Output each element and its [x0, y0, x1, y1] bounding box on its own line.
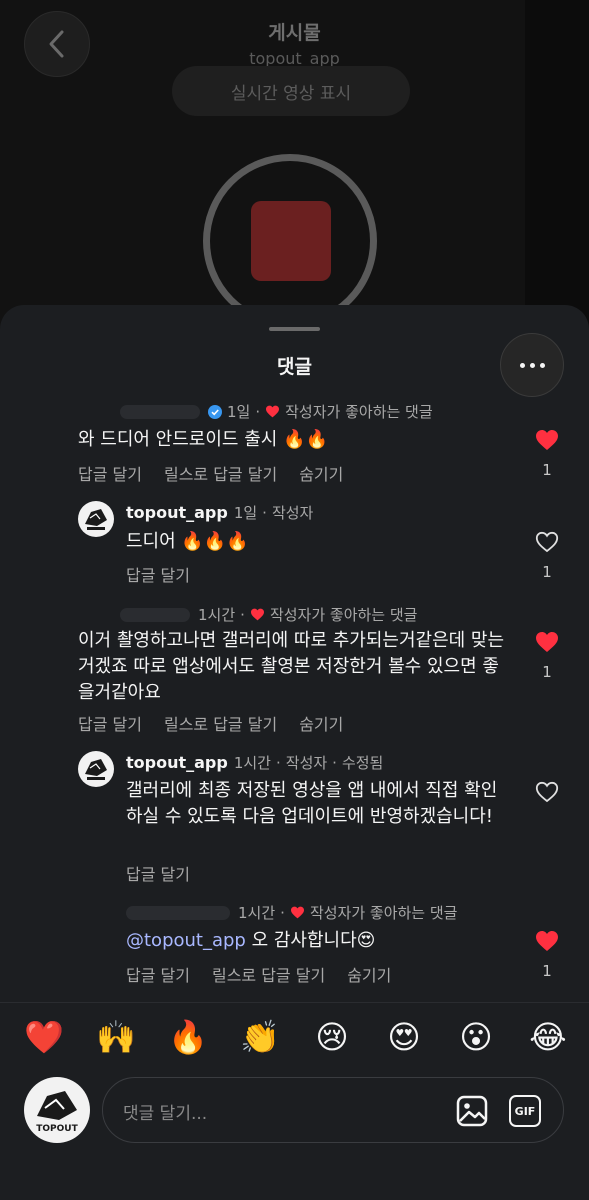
like-count: 1	[542, 663, 552, 681]
comment-actions: 답글 달기 릴스로 답글 달기 숨기기	[78, 711, 365, 735]
blurred-username	[120, 404, 200, 419]
reels-reply-button[interactable]: 릴스로 답글 달기	[212, 966, 325, 985]
emoji-cry[interactable]: 😢	[308, 1015, 356, 1059]
heart-small-icon	[266, 405, 280, 418]
like-count: 1	[542, 563, 552, 581]
comment-username[interactable]: topout_app	[126, 753, 228, 772]
comment-meta: topout_app 1시간 · 작성자 · 수정됨	[126, 753, 384, 772]
comment-meta: topout_app 1일 · 작성자	[126, 503, 314, 522]
comment-text: 와 드디어 안드로이드 출시 🔥🔥	[78, 429, 328, 450]
live-video-button[interactable]: 실시간 영상 표시	[172, 66, 410, 116]
drag-handle[interactable]	[269, 327, 320, 331]
like-count: 1	[542, 461, 552, 479]
like-control[interactable]: 1	[534, 631, 560, 681]
blurred-username	[120, 607, 190, 622]
comment-text: 이거 촬영하고나면 갤러리에 따로 추가되는거같은데 맞는거겠죠 따로 앱상에서…	[78, 630, 505, 703]
heart-small-icon	[290, 906, 304, 919]
hide-button[interactable]: 숨기기	[299, 715, 343, 734]
image-icon[interactable]	[455, 1094, 489, 1128]
heart-filled-icon[interactable]	[535, 631, 559, 653]
hide-button[interactable]: 숨기기	[347, 966, 391, 985]
composer-divider	[0, 1002, 589, 1003]
reply-button[interactable]: 답글 달기	[126, 865, 190, 884]
like-control[interactable]: 1	[534, 531, 560, 581]
avatar[interactable]	[78, 501, 114, 537]
composer-avatar[interactable]: TOPOUT	[24, 1077, 90, 1143]
comment-text: 갤러리에 최종 저장된 영상을 앱 내에서 직접 확인하실 수 있도록 다음 업…	[126, 780, 498, 827]
comment-input[interactable]: 댓글 달기... GIF	[102, 1077, 564, 1143]
comment-meta: 1일 · 작성자가 좋아하는 댓글	[120, 401, 433, 422]
quick-emoji-bar: ❤️ 🙌 🔥 👏 😢 😍 😮 😂	[20, 1015, 572, 1059]
blurred-username	[126, 905, 230, 920]
more-options-button[interactable]	[500, 333, 564, 397]
heart-outline-icon[interactable]	[535, 781, 559, 803]
comment-actions: 답글 달기 릴스로 답글 달기 숨기기	[126, 962, 413, 986]
comment-actions: 답글 달기	[126, 861, 212, 885]
post-title: 게시물	[268, 22, 321, 44]
mention-link[interactable]: @topout_app	[126, 930, 246, 951]
like-count: 1	[542, 962, 552, 980]
emoji-heart[interactable]: ❤️	[20, 1015, 68, 1059]
comment-placeholder: 댓글 달기...	[123, 1104, 208, 1124]
comments-sheet: 댓글 1일 · 작성자가 좋아하는 댓글 와 드디어 안드로이드 출시 🔥🔥 답…	[0, 305, 589, 1200]
hide-button[interactable]: 숨기기	[299, 465, 343, 484]
avatar[interactable]	[78, 751, 114, 787]
heart-small-icon	[250, 608, 264, 621]
emoji-heart-eyes[interactable]: 😍	[380, 1015, 428, 1059]
comment-actions: 답글 달기 릴스로 답글 달기 숨기기	[78, 461, 365, 485]
avatar-wordmark: TOPOUT	[36, 1124, 78, 1134]
comment-actions: 답글 달기	[126, 562, 212, 586]
heart-filled-icon[interactable]	[535, 429, 559, 451]
reply-button[interactable]: 답글 달기	[126, 566, 190, 585]
like-control[interactable]: 1	[534, 429, 560, 479]
heart-filled-icon[interactable]	[535, 930, 559, 952]
heart-outline-icon[interactable]	[535, 531, 559, 553]
dot-icon	[519, 362, 525, 368]
comment-meta: 1시간 · 작성자가 좋아하는 댓글	[120, 604, 417, 625]
comment-username[interactable]: topout_app	[126, 503, 228, 522]
topout-logo-icon	[85, 509, 107, 530]
comment-text: @topout_app 오 감사합니다😍	[126, 930, 376, 951]
emoji-clap[interactable]: 👏	[236, 1015, 284, 1059]
gif-button[interactable]: GIF	[509, 1095, 541, 1127]
reply-button[interactable]: 답글 달기	[78, 715, 142, 734]
emoji-fire[interactable]: 🔥	[164, 1015, 212, 1059]
reels-reply-button[interactable]: 릴스로 답글 달기	[164, 715, 277, 734]
verified-badge-icon	[208, 404, 222, 419]
comment-meta: 1시간 · 작성자가 좋아하는 댓글	[126, 902, 457, 923]
emoji-laugh[interactable]: 😂	[524, 1015, 572, 1059]
topout-logo-icon: TOPOUT	[36, 1091, 79, 1134]
topout-logo-icon	[85, 759, 107, 780]
reels-reply-button[interactable]: 릴스로 답글 달기	[164, 465, 277, 484]
comment-text: 드디어 🔥🔥🔥	[126, 531, 249, 552]
dot-icon	[539, 362, 545, 368]
like-control[interactable]: 1	[534, 930, 560, 980]
dot-icon	[529, 362, 535, 368]
like-control[interactable]	[534, 781, 560, 803]
stop-record-button[interactable]	[251, 201, 331, 281]
reply-button[interactable]: 답글 달기	[126, 966, 190, 985]
emoji-raised-hands[interactable]: 🙌	[92, 1015, 140, 1059]
emoji-surprised[interactable]: 😮	[452, 1015, 500, 1059]
reply-button[interactable]: 답글 달기	[78, 465, 142, 484]
